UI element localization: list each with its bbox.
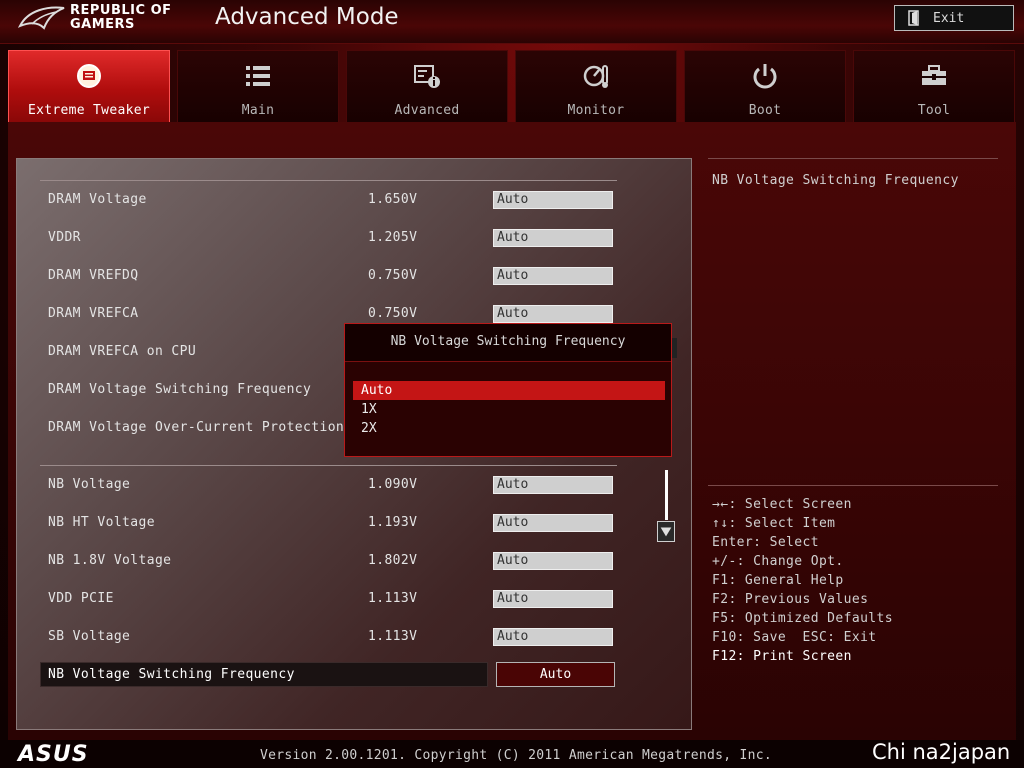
setting-label[interactable]: DRAM VREFDQ	[48, 268, 139, 283]
selected-setting-option[interactable]: Auto	[496, 662, 615, 687]
setting-value: 1.090V	[368, 477, 418, 492]
option-popup: NB Voltage Switching Frequency Auto 1X 2…	[344, 323, 672, 457]
key-hint: F5: Optimized Defaults	[712, 611, 893, 626]
tab-label: Monitor	[567, 103, 625, 118]
exit-door-icon	[908, 10, 919, 26]
rog-eye-logo-icon	[18, 6, 65, 30]
tab-boot[interactable]: Boot	[684, 50, 846, 122]
setting-label[interactable]: VDDR	[48, 230, 81, 245]
tab-label: Boot	[748, 103, 782, 118]
selected-setting-label: NB Voltage Switching Frequency	[48, 667, 295, 682]
help-divider	[708, 158, 998, 159]
mode-title: Advanced Mode	[215, 4, 399, 30]
advanced-icon	[414, 65, 440, 88]
setting-label[interactable]: DRAM Voltage Over-Current Protection	[48, 420, 344, 435]
tab-main[interactable]: Main	[177, 50, 339, 122]
setting-label[interactable]: NB 1.8V Voltage	[48, 553, 171, 568]
setting-value: 1.113V	[368, 591, 418, 606]
version-text: Version 2.00.1201. Copyright (C) 2011 Am…	[260, 748, 772, 763]
watermark-text: Chi na2japan	[872, 740, 1011, 764]
section-separator	[40, 465, 617, 466]
brand-line-2: GAMERS	[70, 17, 135, 32]
toolbox-icon	[922, 65, 946, 85]
setting-value: 0.750V	[368, 306, 418, 321]
tab-monitor[interactable]: Monitor	[515, 50, 677, 122]
key-hint: Enter: Select	[712, 535, 819, 550]
key-hint: ↑↓: Select Item	[712, 516, 836, 531]
key-hint: F12: Print Screen	[712, 649, 852, 664]
setting-option-box[interactable]: Auto	[493, 628, 613, 646]
key-hint: F2: Previous Values	[712, 592, 869, 607]
tab-bar: Extreme Tweaker Main Advanced Monitor Bo…	[8, 50, 1016, 122]
tab-tool[interactable]: Tool	[853, 50, 1015, 122]
setting-label[interactable]: DRAM Voltage	[48, 192, 147, 207]
list-icon	[246, 66, 270, 86]
exit-button-label: Exit	[933, 10, 965, 26]
key-hint: F1: General Help	[712, 573, 844, 588]
setting-label[interactable]: NB HT Voltage	[48, 515, 155, 530]
setting-value: 0.750V	[368, 268, 418, 283]
key-hint: →←: Select Screen	[712, 497, 852, 512]
setting-option-box[interactable]: Auto	[493, 229, 613, 247]
help-divider	[708, 485, 998, 486]
key-hint: +/-: Change Opt.	[712, 554, 844, 569]
popup-title: NB Voltage Switching Frequency	[345, 324, 671, 362]
setting-label[interactable]: VDD PCIE	[48, 591, 114, 606]
setting-value: 1.802V	[368, 553, 418, 568]
setting-option-box[interactable]: Auto	[493, 476, 613, 494]
exit-button[interactable]: Exit	[894, 5, 1014, 31]
setting-option-box[interactable]: Auto	[493, 267, 613, 285]
tab-advanced[interactable]: Advanced	[346, 50, 508, 122]
tab-label: Advanced	[394, 103, 460, 118]
setting-option-box[interactable]: Auto	[493, 590, 613, 608]
tab-extreme-tweaker[interactable]: Extreme Tweaker	[8, 50, 170, 122]
setting-label[interactable]: DRAM Voltage Switching Frequency	[48, 382, 311, 397]
scroll-down-button[interactable]	[657, 521, 675, 542]
key-legend: →←: Select Screen ↑↓: Select Item Enter:…	[712, 495, 893, 666]
setting-option-box[interactable]: Auto	[493, 514, 613, 532]
popup-option-1x[interactable]: 1X	[353, 400, 665, 419]
asus-logo: ASUS	[18, 742, 89, 767]
tab-label: Extreme Tweaker	[28, 103, 150, 118]
setting-label[interactable]: SB Voltage	[48, 629, 130, 644]
popup-option-2x[interactable]: 2X	[353, 419, 665, 438]
key-hint: F10: Save ESC: Exit	[712, 630, 877, 645]
setting-value: 1.113V	[368, 629, 418, 644]
brand-name: REPUBLIC OF GAMERS	[70, 4, 172, 32]
setting-value: 1.650V	[368, 192, 418, 207]
tweaker-icon	[77, 64, 101, 88]
setting-option-box[interactable]: Auto	[493, 305, 613, 323]
setting-label[interactable]: DRAM VREFCA	[48, 306, 139, 321]
arrow-down-icon	[660, 527, 672, 537]
setting-option-box[interactable]: Auto	[493, 552, 613, 570]
setting-option-box[interactable]: Auto	[493, 191, 613, 209]
brand-line-1: REPUBLIC OF	[70, 3, 172, 18]
selected-setting-row[interactable]: NB Voltage Switching Frequency	[40, 662, 488, 687]
help-description: NB Voltage Switching Frequency	[712, 173, 959, 188]
tab-label: Main	[241, 103, 275, 118]
power-icon	[753, 64, 777, 89]
setting-value: 1.193V	[368, 515, 418, 530]
setting-label[interactable]: NB Voltage	[48, 477, 130, 492]
setting-label[interactable]: DRAM VREFCA on CPU	[48, 344, 196, 359]
monitor-icon	[583, 65, 608, 88]
tab-label: Tool	[917, 103, 951, 118]
section-separator	[40, 180, 617, 181]
setting-value: 1.205V	[368, 230, 418, 245]
popup-option-auto[interactable]: Auto	[353, 381, 665, 400]
scrollbar-track[interactable]	[665, 470, 668, 520]
